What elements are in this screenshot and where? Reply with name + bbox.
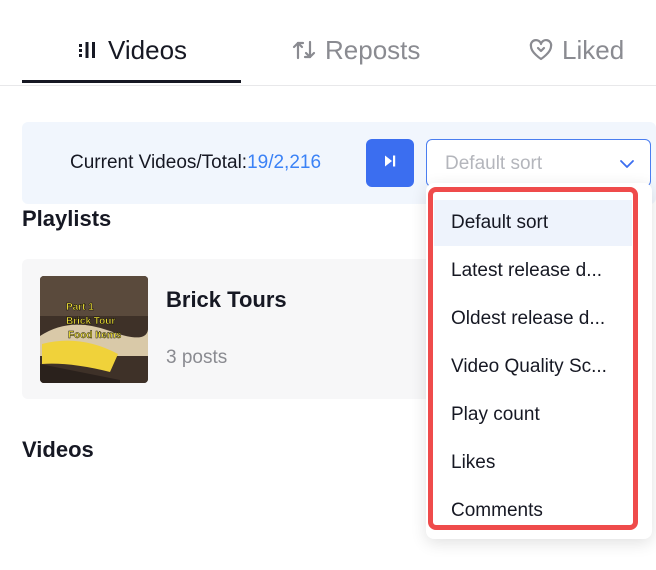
thumbnail-caption-line-2: Brick Tour <box>66 316 115 327</box>
sort-option-oldest-release[interactable]: Oldest release d... <box>434 296 632 342</box>
grid-bars-icon <box>74 37 100 63</box>
chevron-down-icon <box>618 155 636 173</box>
sort-option-likes[interactable]: Likes <box>434 440 632 486</box>
heart-broken-icon <box>528 37 554 63</box>
videos-heading: Videos <box>22 437 94 462</box>
sort-option-label: Oldest release d... <box>451 308 606 329</box>
active-tab-indicator <box>22 80 241 83</box>
skip-forward-icon <box>382 153 398 174</box>
video-count-label: Current Videos/Total: <box>70 152 248 173</box>
playlist-card[interactable]: Part 1 Brick Tour Food Items Brick Tours… <box>22 259 442 399</box>
playlist-name: Brick Tours <box>166 287 287 312</box>
playlists-heading: Playlists <box>22 206 112 231</box>
repost-arrows-icon <box>291 37 317 63</box>
sort-option-label: Comments <box>451 500 543 521</box>
tab-liked-label: Liked <box>562 34 625 65</box>
sort-select[interactable]: Default sort <box>426 139 651 187</box>
tab-videos-label: Videos <box>108 34 188 65</box>
tab-reposts[interactable]: Reposts <box>291 30 420 70</box>
sort-dropdown-menu: Default sort Latest release d... Oldest … <box>426 183 652 539</box>
sort-option-comments[interactable]: Comments <box>434 488 632 534</box>
thumbnail-caption-line-3: Food Items <box>68 330 122 341</box>
sort-option-play-count[interactable]: Play count <box>434 392 632 438</box>
thumbnail-caption-line-1: Part 1 <box>66 302 94 313</box>
tab-videos[interactable]: Videos <box>74 30 187 70</box>
sort-option-default[interactable]: Default sort <box>434 200 632 246</box>
sort-option-latest-release[interactable]: Latest release d... <box>434 248 632 294</box>
tab-liked[interactable]: Liked <box>528 30 624 70</box>
sort-option-label: Play count <box>451 404 540 425</box>
tab-reposts-label: Reposts <box>325 34 421 65</box>
video-count-value: 19/2,216 <box>247 152 322 173</box>
sort-option-label: Latest release d... <box>451 260 603 281</box>
playlist-thumbnail: Part 1 Brick Tour Food Items <box>40 276 148 383</box>
sort-option-label: Video Quality Sc... <box>451 356 607 377</box>
tab-bar: Videos Reposts Liked <box>0 0 656 86</box>
sort-option-label: Likes <box>451 452 496 473</box>
playlist-post-count: 3 posts <box>166 347 228 368</box>
sort-option-label: Default sort <box>451 212 549 233</box>
sort-select-value: Default sort <box>445 153 543 174</box>
sort-option-video-quality[interactable]: Video Quality Sc... <box>434 344 632 390</box>
video-count: Current Videos/Total:19/2,216 <box>70 152 321 174</box>
play-next-button[interactable] <box>366 139 414 187</box>
